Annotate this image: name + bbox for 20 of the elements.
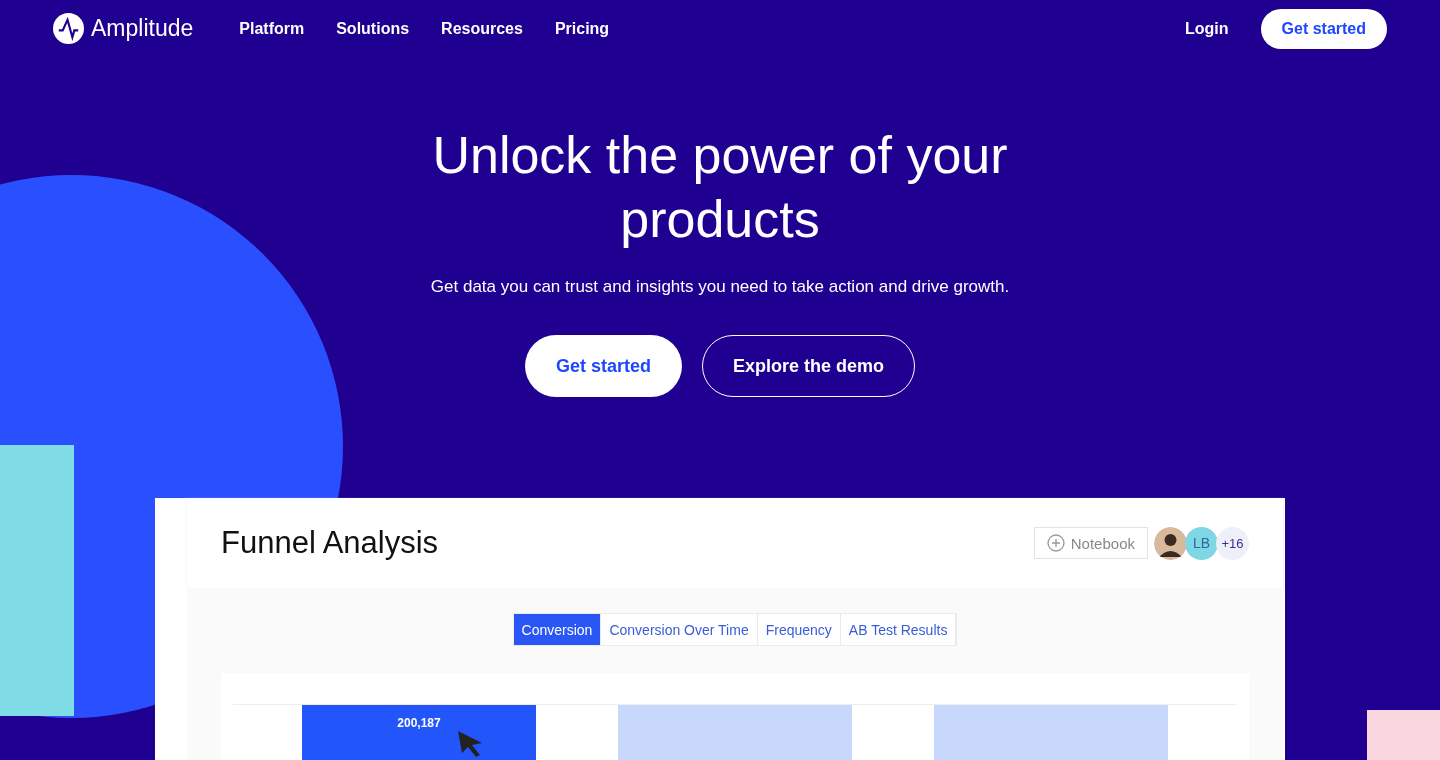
get-started-button[interactable]: Get started	[1260, 8, 1387, 49]
tab[interactable]: Conversion	[513, 614, 602, 645]
avatar-icon	[1154, 526, 1187, 560]
hero-title: Unlock the power of your products	[431, 125, 1009, 250]
plus-icon	[1046, 534, 1065, 552]
page-title: Funnel Analysis	[221, 525, 440, 561]
logo-icon	[53, 13, 84, 44]
avatar-count: +16	[1216, 526, 1249, 560]
brand-name[interactable]: Amplitude	[91, 15, 194, 42]
notebook-button[interactable]: Notebook	[1033, 527, 1148, 559]
nav-link[interactable]: Platform	[239, 19, 305, 38]
avatar: LB	[1185, 526, 1218, 560]
nav-link[interactable]: Resources	[441, 19, 523, 38]
nav-link[interactable]: Pricing	[554, 19, 610, 38]
bar[interactable]: 200,187	[302, 705, 536, 760]
hero-subtitle: Get data you can trust and insights you need to take action and drive growth.	[430, 277, 1010, 297]
login-link[interactable]: Login	[1185, 19, 1229, 38]
nav-link[interactable]: Solutions	[336, 19, 410, 38]
bar-value: 200,187	[397, 716, 441, 730]
get-started-button[interactable]: Get started	[524, 335, 682, 397]
